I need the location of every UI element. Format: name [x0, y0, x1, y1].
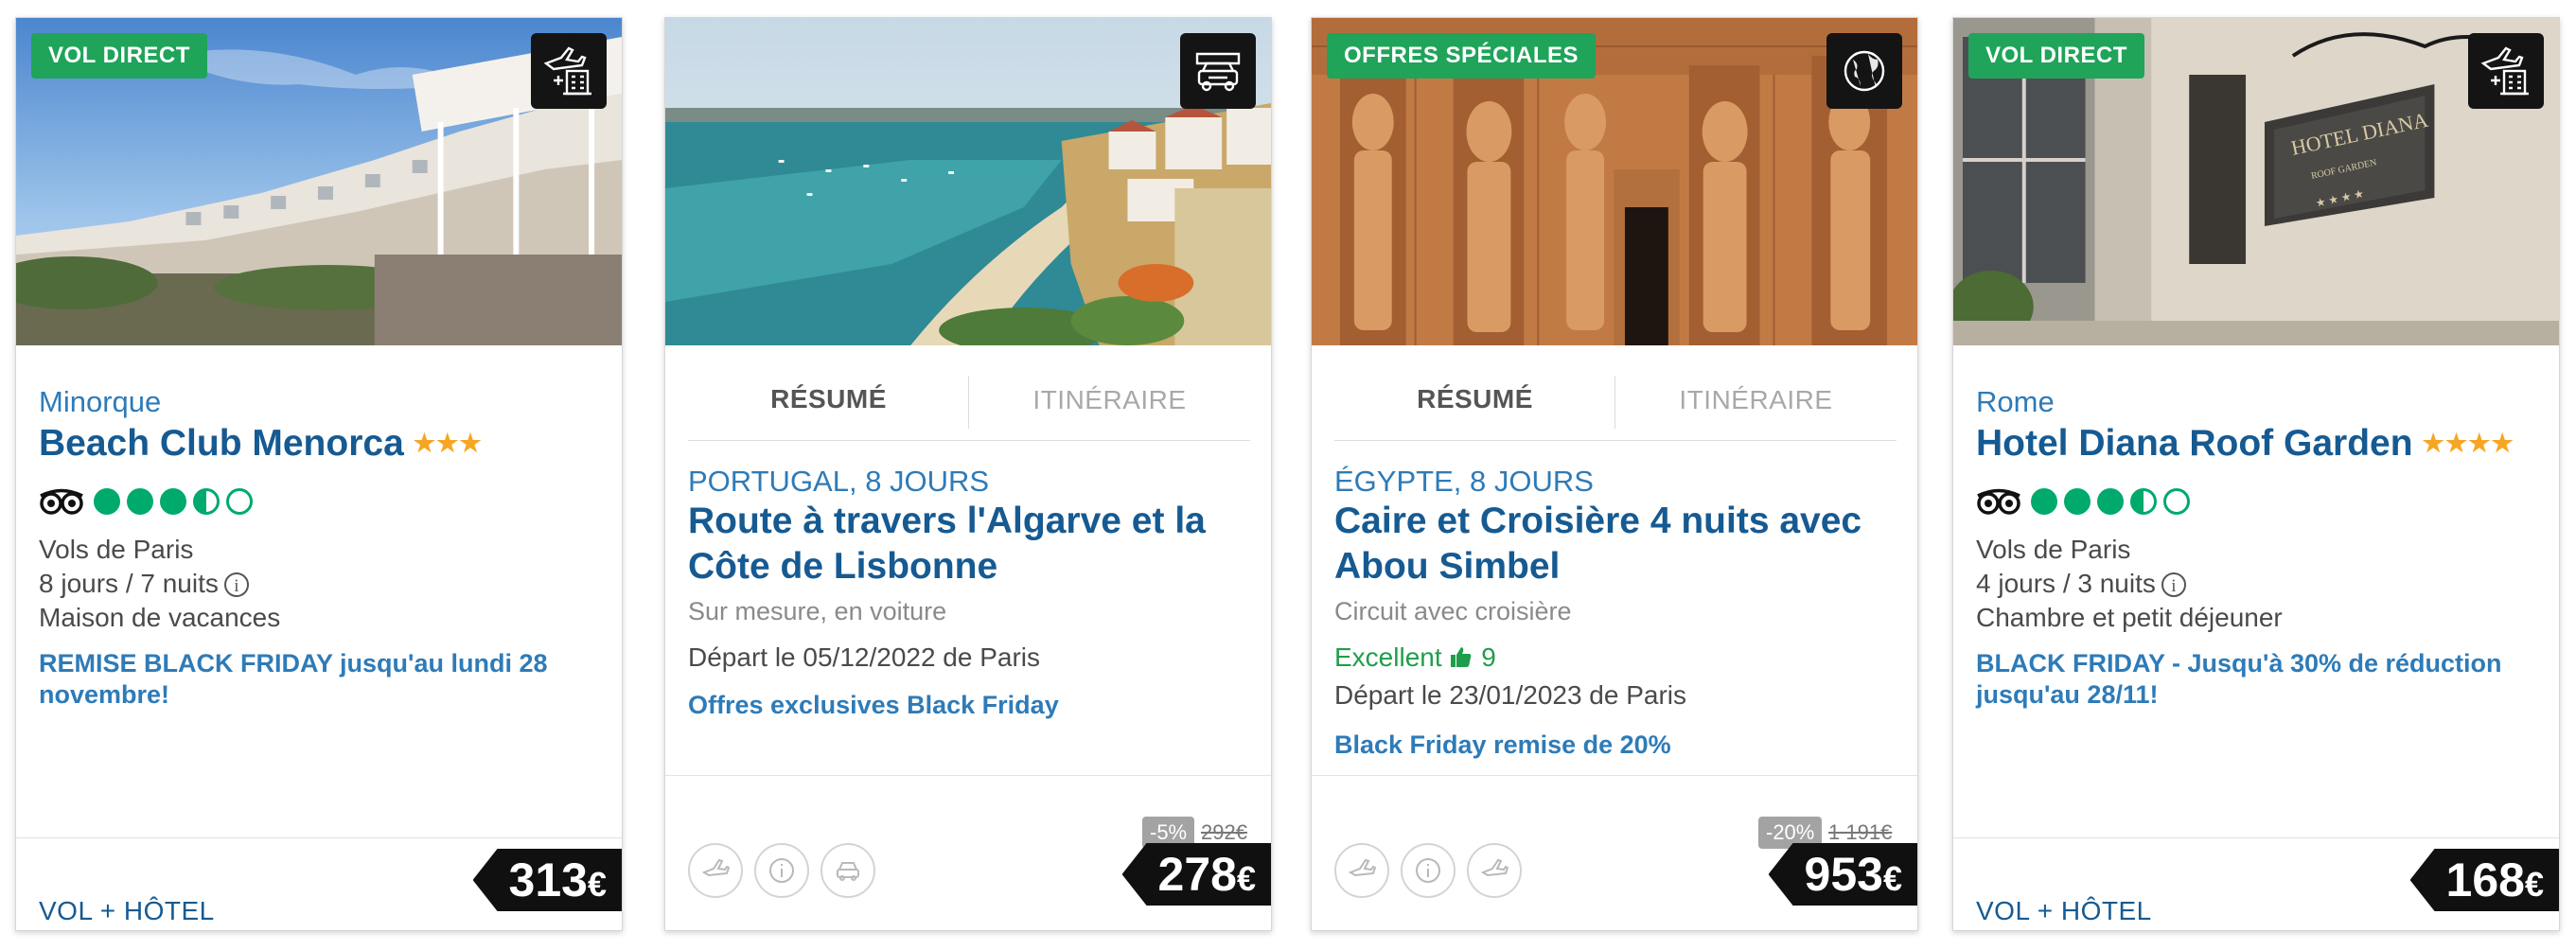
- hotel-photo[interactable]: VOL DIRECT: [16, 18, 622, 345]
- duration-line: 4 jours / 3 nuits i: [1976, 569, 2186, 599]
- destination-label: PORTUGAL, 8 JOURS: [688, 465, 990, 498]
- card-tabs: RÉSUMÉ ITINÉRAIRE: [688, 368, 1250, 441]
- transport-icons: [1334, 843, 1533, 898]
- divider: [665, 775, 1271, 776]
- offer-card-cairo-cruise[interactable]: OFFRES SPÉCIALES RÉSUMÉ ITINÉRAIRE ÉGYPT…: [1311, 17, 1918, 931]
- hotel-photo[interactable]: HOTEL DIANA ROOF GARDEN ★ ★ ★ ★ VOL DIRE…: [1953, 18, 2559, 345]
- tab-itinerary[interactable]: ITINÉRAIRE: [968, 376, 1250, 429]
- rating-dot-full: [94, 488, 120, 515]
- hotel-stars: ★★★★: [2422, 429, 2514, 457]
- promo-text: Black Friday remise de 20%: [1334, 730, 1671, 759]
- plane-icon: [1334, 843, 1389, 898]
- rating-dot-empty: [2163, 488, 2190, 515]
- rating-dot-empty: [226, 488, 253, 515]
- promo-text: BLACK FRIDAY - Jusqu'à 30% de réduction …: [1976, 649, 2502, 709]
- car-icon: [820, 843, 875, 898]
- tripadvisor-owl-icon: [1977, 488, 2020, 515]
- destination-label: Rome: [1976, 385, 2055, 418]
- trip-title[interactable]: Caire et Croisière 4 nuits avec Abou Sim…: [1334, 499, 1902, 589]
- transport-icons: [688, 843, 887, 898]
- destination-label: ÉGYPTE, 8 JOURS: [1334, 465, 1594, 498]
- flights-from-line: Vols de Paris: [1976, 535, 2131, 564]
- departure-line: Départ le 23/01/2023 de Paris: [1334, 680, 1687, 710]
- tripadvisor-rating: [39, 485, 259, 518]
- car-icon: [1180, 33, 1256, 109]
- offer-card-beach-club-menorca[interactable]: VOL DIRECT Minorque Beach Club Menorca ★★…: [15, 17, 623, 931]
- plane-icon: [688, 843, 743, 898]
- special-offer-badge: OFFRES SPÉCIALES: [1327, 33, 1597, 79]
- hotel-stars: ★★★: [413, 429, 483, 457]
- price-tag[interactable]: 168€: [2409, 849, 2559, 911]
- plane-icon: [1467, 843, 1522, 898]
- divider: [1312, 775, 1917, 776]
- direct-flight-badge: VOL DIRECT: [1968, 33, 2144, 79]
- tab-itinerary[interactable]: ITINÉRAIRE: [1614, 376, 1897, 429]
- destination-photo[interactable]: OFFRES SPÉCIALES: [1312, 18, 1917, 345]
- rating-dot-half: [2130, 488, 2157, 515]
- review-score: Excellent 9: [1334, 642, 1496, 672]
- offer-card-algarve-road-trip[interactable]: RÉSUMÉ ITINÉRAIRE PORTUGAL, 8 JOURS Rout…: [664, 17, 1272, 931]
- rating-dot-full: [2097, 488, 2124, 515]
- hotel-name[interactable]: Beach Club Menorca ★★★: [39, 423, 483, 465]
- globe-icon: [1826, 33, 1902, 109]
- board-type-line: Maison de vacances: [39, 603, 281, 632]
- hotel-name[interactable]: Hotel Diana Roof Garden ★★★★: [1976, 423, 2514, 465]
- tab-summary[interactable]: RÉSUMÉ: [1334, 368, 1615, 440]
- tripadvisor-rating: [1976, 485, 2197, 518]
- trip-subtitle: Circuit avec croisière: [1334, 597, 1572, 625]
- direct-flight-badge: VOL DIRECT: [31, 33, 207, 79]
- departure-line: Départ le 05/12/2022 de Paris: [688, 642, 1041, 672]
- thumbs-up-icon: [1451, 647, 1472, 667]
- divider: [16, 837, 622, 838]
- info-icon[interactable]: i: [223, 572, 249, 597]
- rating-dot-full: [127, 488, 153, 515]
- promo-text: Offres exclusives Black Friday: [688, 691, 1059, 719]
- board-type-line: Chambre et petit déjeuner: [1976, 603, 2283, 632]
- price-tag[interactable]: 953€: [1768, 843, 1917, 906]
- package-type-label: VOL + HÔTEL: [1976, 896, 2152, 925]
- rating-dot-full: [2064, 488, 2091, 515]
- card-tabs: RÉSUMÉ ITINÉRAIRE: [1334, 368, 1897, 441]
- duration-line: 8 jours / 7 nuits i: [39, 569, 249, 599]
- info-icon[interactable]: [754, 843, 809, 898]
- plane-hotel-icon: [531, 33, 607, 109]
- rating-dot-full: [2031, 488, 2057, 515]
- destination-photo[interactable]: [665, 18, 1271, 345]
- flights-from-line: Vols de Paris: [39, 535, 194, 564]
- price-tag[interactable]: 278€: [1121, 843, 1271, 906]
- rating-dot-half: [193, 488, 220, 515]
- rating-dot-full: [160, 488, 186, 515]
- price-tag[interactable]: 313€: [472, 849, 622, 911]
- divider: [1953, 837, 2559, 838]
- destination-label: Minorque: [39, 385, 162, 418]
- offer-card-hotel-diana[interactable]: HOTEL DIANA ROOF GARDEN ★ ★ ★ ★ VOL DIRE…: [1952, 17, 2560, 931]
- info-icon[interactable]: [1401, 843, 1456, 898]
- tripadvisor-owl-icon: [40, 488, 83, 515]
- trip-subtitle: Sur mesure, en voiture: [688, 597, 947, 625]
- trip-title[interactable]: Route à travers l'Algarve et la Côte de …: [688, 499, 1256, 589]
- package-type-label: VOL + HÔTEL: [39, 896, 215, 925]
- plane-hotel-icon: [2468, 33, 2544, 109]
- promo-text: REMISE BLACK FRIDAY jusqu'au lundi 28 no…: [39, 649, 548, 709]
- info-icon[interactable]: i: [2161, 572, 2186, 597]
- tab-summary[interactable]: RÉSUMÉ: [688, 368, 969, 440]
